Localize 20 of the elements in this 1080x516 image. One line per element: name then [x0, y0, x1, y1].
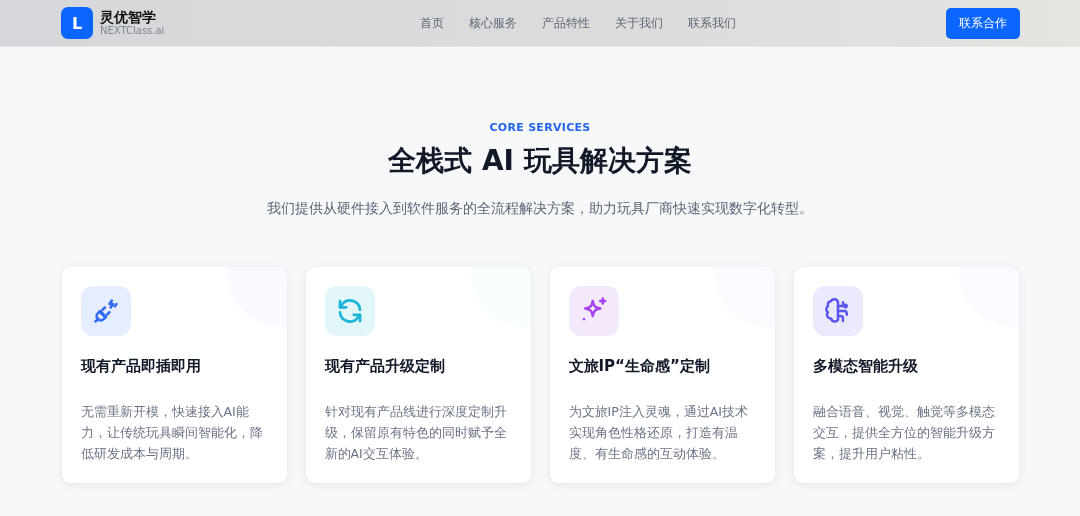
- card-description: 为文旅IP注入灵魂，通过AI技术实现角色性格还原，打造有温度、有生命感的互动体验。: [568, 403, 749, 463]
- section-title: 全栈式 AI 玩具解决方案: [388, 143, 692, 179]
- brand-subtitle: NEXTClass.ai: [100, 25, 165, 37]
- nav-link[interactable]: 产品特性: [541, 14, 590, 32]
- nav-link[interactable]: 关于我们: [614, 14, 663, 32]
- card-title: 现有产品升级定制: [324, 357, 446, 376]
- card-title: 多模态智能升级: [812, 357, 919, 376]
- logo-icon[interactable]: L: [61, 7, 93, 39]
- section-eyebrow: CORE SERVICES: [489, 121, 591, 134]
- card-description: 针对现有产品线进行深度定制升级，保留原有特色的同时赋予全新的AI交互体验。: [324, 403, 508, 463]
- section-subtitle: 我们提供从硬件接入到软件服务的全流程解决方案，助力玩具厂商快速实现数字化转型。: [267, 200, 813, 218]
- contact-button[interactable]: 联系合作: [946, 7, 1020, 39]
- card-title: 现有产品即插即用: [80, 357, 202, 376]
- nav-link[interactable]: 联系我们: [687, 14, 736, 32]
- nav-link[interactable]: 首页: [419, 14, 444, 32]
- nav-link[interactable]: 核心服务: [468, 14, 517, 32]
- card-description: 融合语音、视觉、触觉等多模态交互，提供全方位的智能升级方案，提升用户粘性。: [812, 403, 996, 463]
- brand-name: 灵优智学: [100, 9, 157, 26]
- card-title: 文旅IP“生命感”定制: [568, 357, 711, 376]
- card-description: 无需重新开模，快速接入AI能力，让传统玩具瞬间智能化，降低研发成本与周期。: [80, 403, 264, 463]
